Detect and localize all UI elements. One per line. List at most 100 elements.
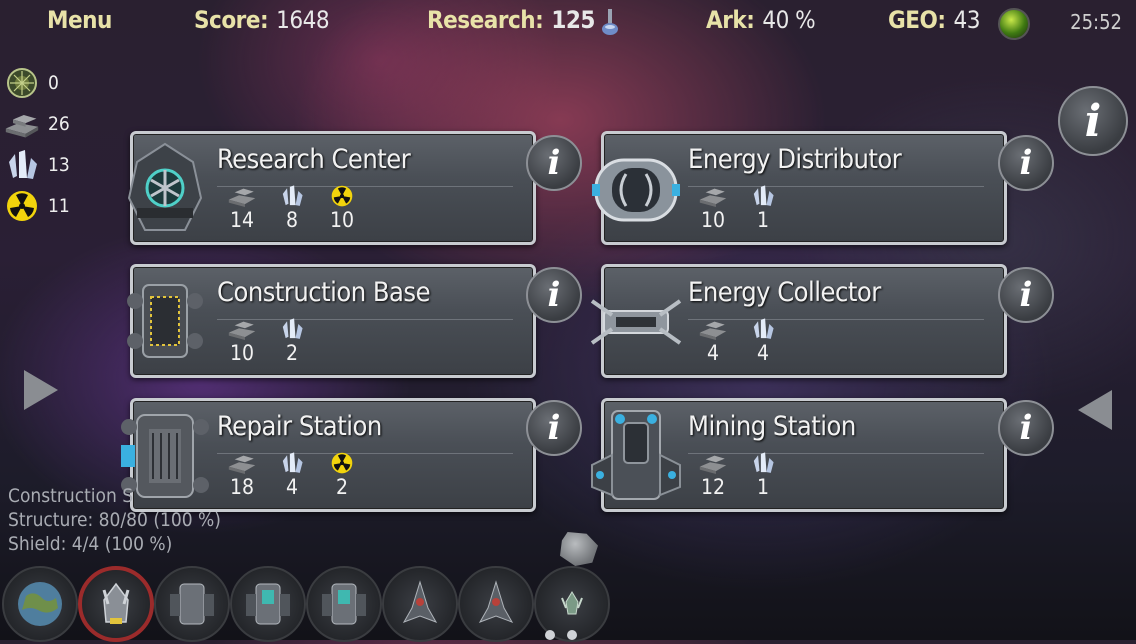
cost-row: 14 8 10 (217, 184, 367, 232)
next-page-arrow-icon[interactable] (1078, 390, 1112, 430)
cost-metal: 14 (217, 184, 267, 232)
research-value: 125 (551, 6, 595, 34)
info-button-mining-station[interactable]: i (998, 400, 1054, 456)
ark-display: Ark: 40 % (706, 6, 816, 34)
status-shield: Shield: 4/4 (100 %) (8, 533, 173, 555)
unit-slot-construction-ship[interactable] (78, 566, 154, 642)
radiation-icon (317, 451, 367, 475)
cost-ice: 4 (738, 317, 788, 365)
info-button-construction-base[interactable]: i (526, 267, 582, 323)
research-display: Research: 125 (427, 6, 595, 34)
geo-orb-icon (998, 8, 1030, 40)
metal-ingot-icon (4, 107, 40, 141)
building-card-energy-collector[interactable]: Energy Collector 4 4 (590, 264, 1007, 378)
construction-ship-icon (102, 582, 130, 624)
cost-row: 12 1 (688, 451, 788, 499)
cost-metal: 4 (688, 317, 738, 365)
station-icon (246, 583, 290, 625)
general-info-button[interactable]: i (1058, 86, 1128, 156)
cost-value: 12 (700, 475, 726, 499)
resource-metal: 26 (4, 103, 70, 144)
resource-value: 26 (48, 112, 70, 135)
info-button-energy-distributor[interactable]: i (998, 135, 1054, 191)
score-label: Score: (194, 6, 269, 34)
station-icon (322, 583, 366, 625)
unit-slot-planet[interactable] (2, 566, 78, 642)
cost-value: 4 (285, 475, 299, 499)
building-card-energy-distributor[interactable]: Energy Distributor 10 1 (592, 131, 1007, 245)
unit-slot-station-3[interactable] (306, 566, 382, 642)
info-button-research-center[interactable]: i (526, 135, 582, 191)
cost-value: 1 (756, 208, 770, 232)
status-structure: Structure: 80/80 (100 %) (8, 509, 221, 531)
page-indicator (545, 625, 589, 644)
research-flask-icon (602, 9, 618, 35)
cost-ice: 2 (267, 317, 317, 365)
score-display: Score: 1648 (194, 6, 330, 34)
asteroid-icon[interactable] (560, 532, 598, 566)
building-card-construction-base[interactable]: Construction Base 10 2 (127, 264, 536, 378)
ice-crystal-icon (267, 451, 317, 475)
resource-value: 11 (48, 194, 70, 217)
metal-ingot-icon (217, 184, 267, 208)
building-card-research-center[interactable]: Research Center 14 8 10 (127, 131, 536, 245)
cost-row: 10 2 (217, 317, 317, 365)
resource-radiation: 11 (4, 185, 70, 226)
ice-crystal-icon (738, 184, 788, 208)
status-unit-name: Construction S (8, 485, 134, 507)
mining-station-icon (591, 410, 681, 500)
cost-row: 4 4 (688, 317, 788, 365)
geo-crystal-icon (4, 66, 40, 100)
previous-page-arrow-icon[interactable] (24, 370, 58, 410)
unit-slot-station-2[interactable] (230, 566, 306, 642)
cost-metal: 10 (217, 317, 267, 365)
cost-ice: 8 (267, 184, 317, 232)
cost-value: 10 (229, 341, 255, 365)
cost-metal: 10 (688, 184, 738, 232)
cost-value: 4 (706, 341, 720, 365)
page-dot[interactable] (545, 630, 555, 640)
score-value: 1648 (276, 6, 330, 34)
cost-row: 10 1 (688, 184, 788, 232)
cost-metal: 18 (217, 451, 267, 499)
menu-button[interactable]: Menu (47, 6, 112, 34)
unit-selection-bar (0, 566, 620, 642)
radiation-icon (317, 184, 367, 208)
resource-value: 13 (48, 153, 70, 176)
cost-row: 18 4 2 (217, 451, 367, 499)
info-button-repair-station[interactable]: i (526, 400, 582, 456)
research-label: Research: (427, 6, 544, 34)
ice-crystal-icon (267, 317, 317, 341)
ice-crystal-icon (267, 184, 317, 208)
game-clock: 25:52 (1070, 10, 1122, 34)
unit-slot-station-1[interactable] (154, 566, 230, 642)
cost-value: 4 (756, 341, 770, 365)
building-title: Construction Base (217, 277, 431, 308)
cost-value: 2 (335, 475, 349, 499)
building-title: Research Center (217, 144, 411, 175)
page-dot[interactable] (567, 630, 577, 640)
cost-value: 10 (329, 208, 355, 232)
metal-ingot-icon (688, 184, 738, 208)
ark-label: Ark: (706, 6, 755, 34)
ice-crystal-icon (4, 148, 40, 182)
unit-slot-fighter-2[interactable] (458, 566, 534, 642)
unit-slot-fighter-1[interactable] (382, 566, 458, 642)
cost-metal: 12 (688, 451, 738, 499)
info-button-energy-collector[interactable]: i (998, 267, 1054, 323)
energy-collector-icon (590, 299, 682, 345)
cost-radiation: 2 (317, 451, 367, 499)
top-bar: Menu Score: 1648 Research: 125 Ark: 40 % GE… (0, 0, 1136, 44)
geo-display: GEO: 43 (888, 6, 980, 34)
energy-distributor-icon (592, 158, 680, 222)
ice-crystal-icon (738, 317, 788, 341)
resource-value: 0 (48, 71, 59, 94)
resource-ice: 13 (4, 144, 70, 185)
building-card-mining-station[interactable]: Mining Station 12 1 (591, 398, 1007, 512)
cost-ice: 1 (738, 451, 788, 499)
radiation-icon (4, 189, 40, 223)
cost-radiation: 10 (317, 184, 367, 232)
ark-value: 40 % (762, 6, 816, 34)
cost-value: 1 (756, 475, 770, 499)
cost-value: 14 (229, 208, 255, 232)
